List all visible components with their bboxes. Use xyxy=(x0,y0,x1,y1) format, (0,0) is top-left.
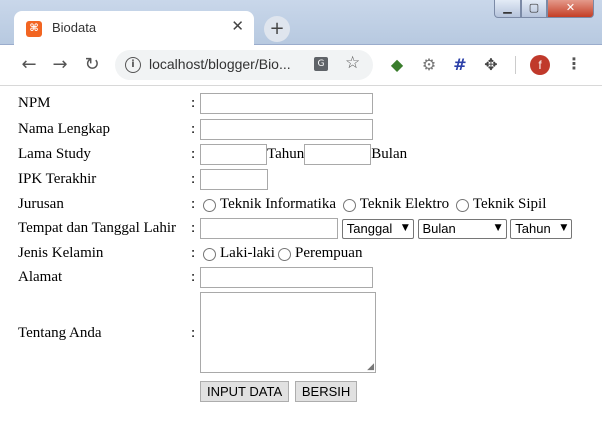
jurusan-sipil-radio[interactable] xyxy=(455,199,469,212)
tahun-input[interactable] xyxy=(200,144,267,165)
jurusan-sipil-label: Teknik Sipil xyxy=(472,196,547,212)
bulan-input[interactable] xyxy=(304,144,372,165)
toolbar-divider xyxy=(515,56,516,74)
jurusan-informatika-radio[interactable] xyxy=(203,199,216,212)
dropdown-arrow-icon: ▼ xyxy=(401,223,409,233)
dropdown-arrow-icon: ▼ xyxy=(560,223,568,233)
dropdown-arrow-icon: ▼ xyxy=(494,223,502,233)
laki-laki-label: Laki-laki xyxy=(220,245,275,261)
translate-icon[interactable]: G xyxy=(314,57,328,71)
back-arrow-icon[interactable]: ← xyxy=(17,53,41,77)
npm-input[interactable] xyxy=(200,93,373,114)
tanggal-select-value: Tanggal xyxy=(346,221,393,236)
nama-input[interactable] xyxy=(200,119,373,140)
browser-tab[interactable]: ⌘ Biodata ✕ xyxy=(14,11,254,45)
colon: : xyxy=(191,220,196,236)
colon: : xyxy=(191,325,196,341)
jurusan-informatika-label: Teknik Informatika xyxy=(220,196,336,212)
ipk-input[interactable] xyxy=(200,169,268,190)
colon: : xyxy=(191,95,196,111)
bookmark-star-icon[interactable]: ☆ xyxy=(345,53,360,73)
tab-close-icon[interactable]: ✕ xyxy=(231,17,244,35)
browser-titlebar: ⌘ Biodata ✕ + ▁ ▢ ✕ xyxy=(0,0,602,45)
extension-move-icon[interactable]: ✥ xyxy=(481,55,501,75)
extension-crop-icon[interactable]: # xyxy=(450,55,470,75)
info-icon[interactable]: i xyxy=(125,57,141,73)
reload-icon[interactable]: ↻ xyxy=(80,53,104,77)
perempuan-label: Perempuan xyxy=(294,245,363,261)
profile-avatar[interactable]: f xyxy=(530,55,550,75)
tahun-select[interactable]: Tahun ▼ xyxy=(510,219,573,239)
jenis-kelamin-label: Jenis Kelamin xyxy=(18,245,104,261)
jurusan-label: Jurusan xyxy=(18,196,64,212)
url-text[interactable]: localhost/blogger/Bio... xyxy=(149,56,291,72)
colon: : xyxy=(191,196,196,212)
window-maximize-button[interactable]: ▢ xyxy=(521,0,547,18)
perempuan-radio[interactable] xyxy=(277,248,291,261)
extension-gear-icon[interactable]: ⚙ xyxy=(419,55,439,75)
bersih-button[interactable]: BERSIH xyxy=(294,381,358,402)
colon: : xyxy=(191,269,196,285)
resize-handle-icon[interactable]: ◢ xyxy=(367,363,374,372)
jurusan-elektro-label: Teknik Elektro xyxy=(359,196,450,212)
alamat-input[interactable] xyxy=(200,267,373,288)
tentang-label: Tentang Anda xyxy=(18,325,102,341)
npm-label: NPM xyxy=(18,95,51,111)
alamat-label: Alamat xyxy=(18,269,63,285)
bulan-select[interactable]: Bulan ▼ xyxy=(417,219,507,239)
address-bar[interactable]: i localhost/blogger/Bio... G ☆ xyxy=(115,50,373,80)
tahun-label: Tahun xyxy=(267,146,305,162)
tentang-textarea[interactable]: ◢ xyxy=(200,292,376,373)
jurusan-elektro-radio[interactable] xyxy=(342,199,356,212)
window-close-button[interactable]: ✕ xyxy=(547,0,594,18)
colon: : xyxy=(191,171,196,187)
tahun-select-value: Tahun xyxy=(515,221,551,236)
tanggal-select[interactable]: Tanggal ▼ xyxy=(341,219,414,239)
bulan-select-value: Bulan xyxy=(422,221,456,236)
menu-kebab-icon[interactable]: ⋮ xyxy=(566,54,582,73)
browser-toolbar: ← → ↻ i localhost/blogger/Bio... G ☆ ◆ ⚙… xyxy=(0,45,602,86)
bulan-label: Bulan xyxy=(371,146,408,162)
tab-title: Biodata xyxy=(52,20,97,35)
nama-label: Nama Lengkap xyxy=(18,121,111,137)
ttl-label: Tempat dan Tanggal Lahir xyxy=(18,220,176,236)
colon: : xyxy=(191,121,196,137)
ipk-label: IPK Terakhir xyxy=(18,171,97,187)
forward-arrow-icon[interactable]: → xyxy=(48,53,72,77)
lama-study-label: Lama Study xyxy=(18,146,91,162)
input-data-button[interactable]: INPUT DATA xyxy=(200,381,290,402)
laki-laki-radio[interactable] xyxy=(203,248,216,261)
new-tab-button[interactable]: + xyxy=(264,16,290,42)
colon: : xyxy=(191,245,196,261)
extension-globe-icon[interactable]: ◆ xyxy=(387,55,407,75)
favicon-icon: ⌘ xyxy=(26,21,42,37)
colon: : xyxy=(191,146,196,162)
window-minimize-button[interactable]: ▁ xyxy=(494,0,521,18)
tempat-lahir-input[interactable] xyxy=(200,218,338,239)
